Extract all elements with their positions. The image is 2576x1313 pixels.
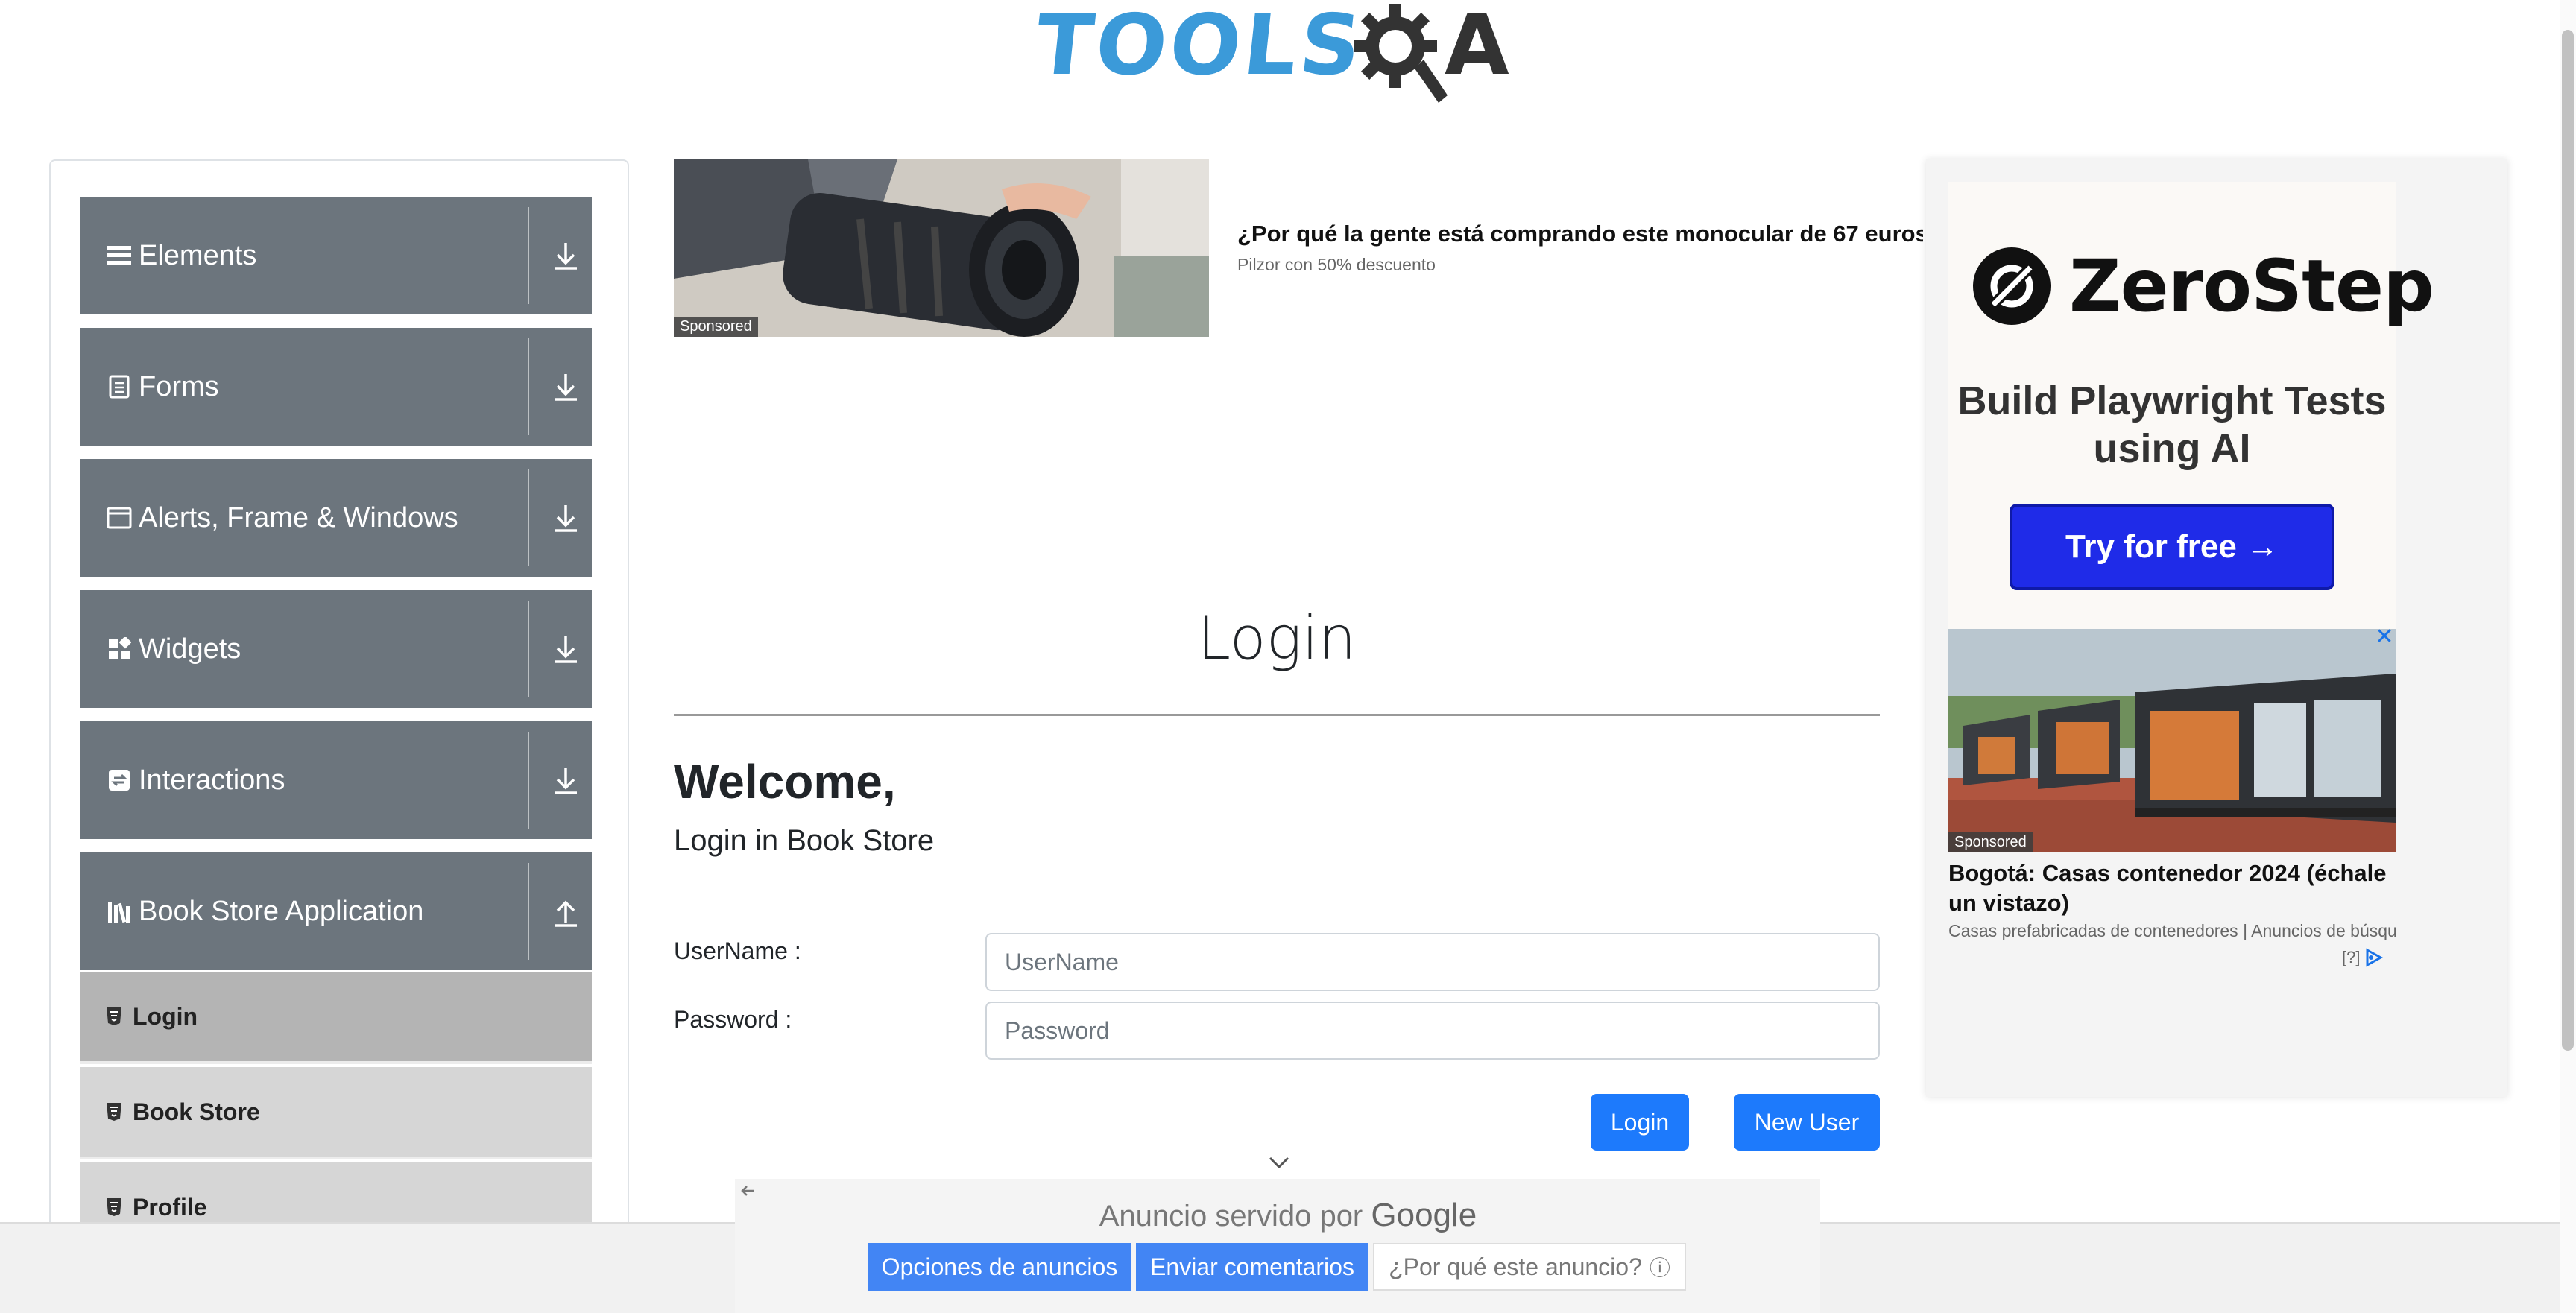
ad-served-by: Anuncio servido por Google — [0, 1197, 2576, 1234]
password-input[interactable] — [985, 1002, 1880, 1060]
adchoices[interactable]: [?] — [2342, 948, 2384, 967]
widgets-icon — [104, 634, 134, 664]
divider — [528, 207, 529, 304]
monocular-photo — [674, 159, 1209, 337]
ad-headline-link[interactable]: ¿Por qué la gente está comprando este mo… — [1237, 221, 1923, 247]
username-label: UserName : — [674, 937, 801, 964]
zerostep-logo-icon — [1973, 247, 2051, 325]
menu-group-widgets[interactable]: Widgets — [80, 590, 592, 708]
why-this-ad-button[interactable]: ¿Por qué este anuncio? ⓘ — [1373, 1243, 1686, 1291]
ad-options-button[interactable]: Opciones de anuncios — [868, 1243, 1131, 1291]
monocular-ad-image[interactable]: Sponsored — [674, 159, 1209, 337]
welcome-subheading: Login in Book Store — [674, 824, 935, 857]
ad-headline-link[interactable]: Bogotá: Casas contenedor 2024 (échale un… — [1948, 858, 2396, 918]
books-icon — [104, 896, 134, 926]
info-icon: ⓘ — [1649, 1256, 1670, 1279]
menu-group-forms[interactable]: Forms — [80, 328, 592, 446]
menu-item-book-store[interactable]: Book Store — [80, 1067, 592, 1159]
download-arrow-icon[interactable] — [549, 238, 583, 273]
gear-magnifier-icon — [1354, 4, 1448, 103]
download-arrow-icon[interactable] — [549, 501, 583, 535]
google-wordmark: Google — [1371, 1197, 1477, 1233]
ad-advertiser: Casas prefabricadas de contenedores | An… — [1948, 921, 2396, 940]
document-icon — [104, 372, 134, 402]
menu-item-label: Book Store — [133, 1098, 260, 1125]
container-house-photo — [1948, 629, 2396, 852]
toolsqa-logo[interactable]: TOOLS A — [1031, 0, 1521, 110]
logo-text: TOOLS — [1031, 0, 1368, 94]
zerostep-brand: ZeroStep — [2069, 244, 2434, 328]
menu-group-label: Interactions — [139, 764, 285, 796]
logo-text-end: A — [1445, 0, 1509, 94]
menu-group-label: Widgets — [139, 633, 242, 665]
welcome-heading: Welcome, — [674, 755, 896, 809]
ad-help-link[interactable]: [?] — [2342, 948, 2360, 967]
ad-advertiser: Pilzor con 50% descuento — [1237, 255, 1436, 274]
zerostep-logo: ZeroStep — [1971, 244, 2434, 328]
sponsored-label: Sponsored — [1948, 832, 2033, 852]
divider — [528, 732, 529, 829]
menu-group-interactions[interactable]: Interactions — [80, 721, 592, 839]
menu-group-label: Book Store Application — [139, 895, 424, 927]
why-this-ad-label: ¿Por qué este anuncio? — [1389, 1253, 1642, 1280]
menu-group-elements[interactable]: Elements — [80, 197, 592, 314]
title-divider — [674, 714, 1880, 716]
download-arrow-icon[interactable] — [549, 370, 583, 404]
menu-group-label: Forms — [139, 370, 219, 402]
send-feedback-button[interactable]: Enviar comentarios — [1136, 1243, 1368, 1291]
close-icon[interactable]: ✕ — [2373, 626, 2396, 648]
divider — [528, 863, 529, 960]
menu-item-login[interactable]: Login — [80, 972, 592, 1064]
right-ad-panel: ZeroStep Build Playwright Tests using AI… — [1926, 159, 2507, 1097]
login-button[interactable]: Login — [1591, 1094, 1689, 1151]
divider — [528, 469, 529, 566]
try-for-free-button[interactable]: Try for free → — [2010, 504, 2334, 590]
served-by-text: Anuncio servido por — [1099, 1200, 1363, 1233]
ad-tagline: Build Playwright Tests using AI — [1957, 379, 2387, 471]
html-badge-icon — [103, 1005, 125, 1028]
username-input[interactable] — [985, 933, 1880, 991]
menu-group-book-store-application[interactable]: Book Store Application — [80, 852, 592, 970]
new-user-button[interactable]: New User — [1734, 1094, 1880, 1151]
download-arrow-icon[interactable] — [549, 632, 583, 666]
scrollbar-thumb[interactable] — [2562, 30, 2574, 1051]
upload-arrow-icon[interactable] — [549, 894, 583, 928]
menu-group-label: Alerts, Frame & Windows — [139, 502, 458, 534]
container-house-image[interactable]: Sponsored — [1948, 629, 2396, 852]
menu-item-label: Login — [133, 1002, 198, 1030]
adchoices-icon[interactable] — [2364, 948, 2384, 967]
interactions-icon — [104, 765, 134, 795]
password-label: Password : — [674, 1006, 792, 1033]
html-badge-icon — [103, 1101, 125, 1123]
chevron-down-icon[interactable] — [1266, 1152, 1292, 1173]
divider — [528, 338, 529, 435]
sponsored-label: Sponsored — [674, 317, 758, 337]
divider — [528, 601, 529, 697]
download-arrow-icon[interactable] — [549, 763, 583, 797]
hamburger-icon — [104, 241, 134, 270]
menu-group-alerts-frame-windows[interactable]: Alerts, Frame & Windows — [80, 459, 592, 577]
menu-group-label: Elements — [139, 239, 257, 271]
window-icon — [104, 503, 134, 533]
page-title: Login — [1197, 604, 1357, 673]
